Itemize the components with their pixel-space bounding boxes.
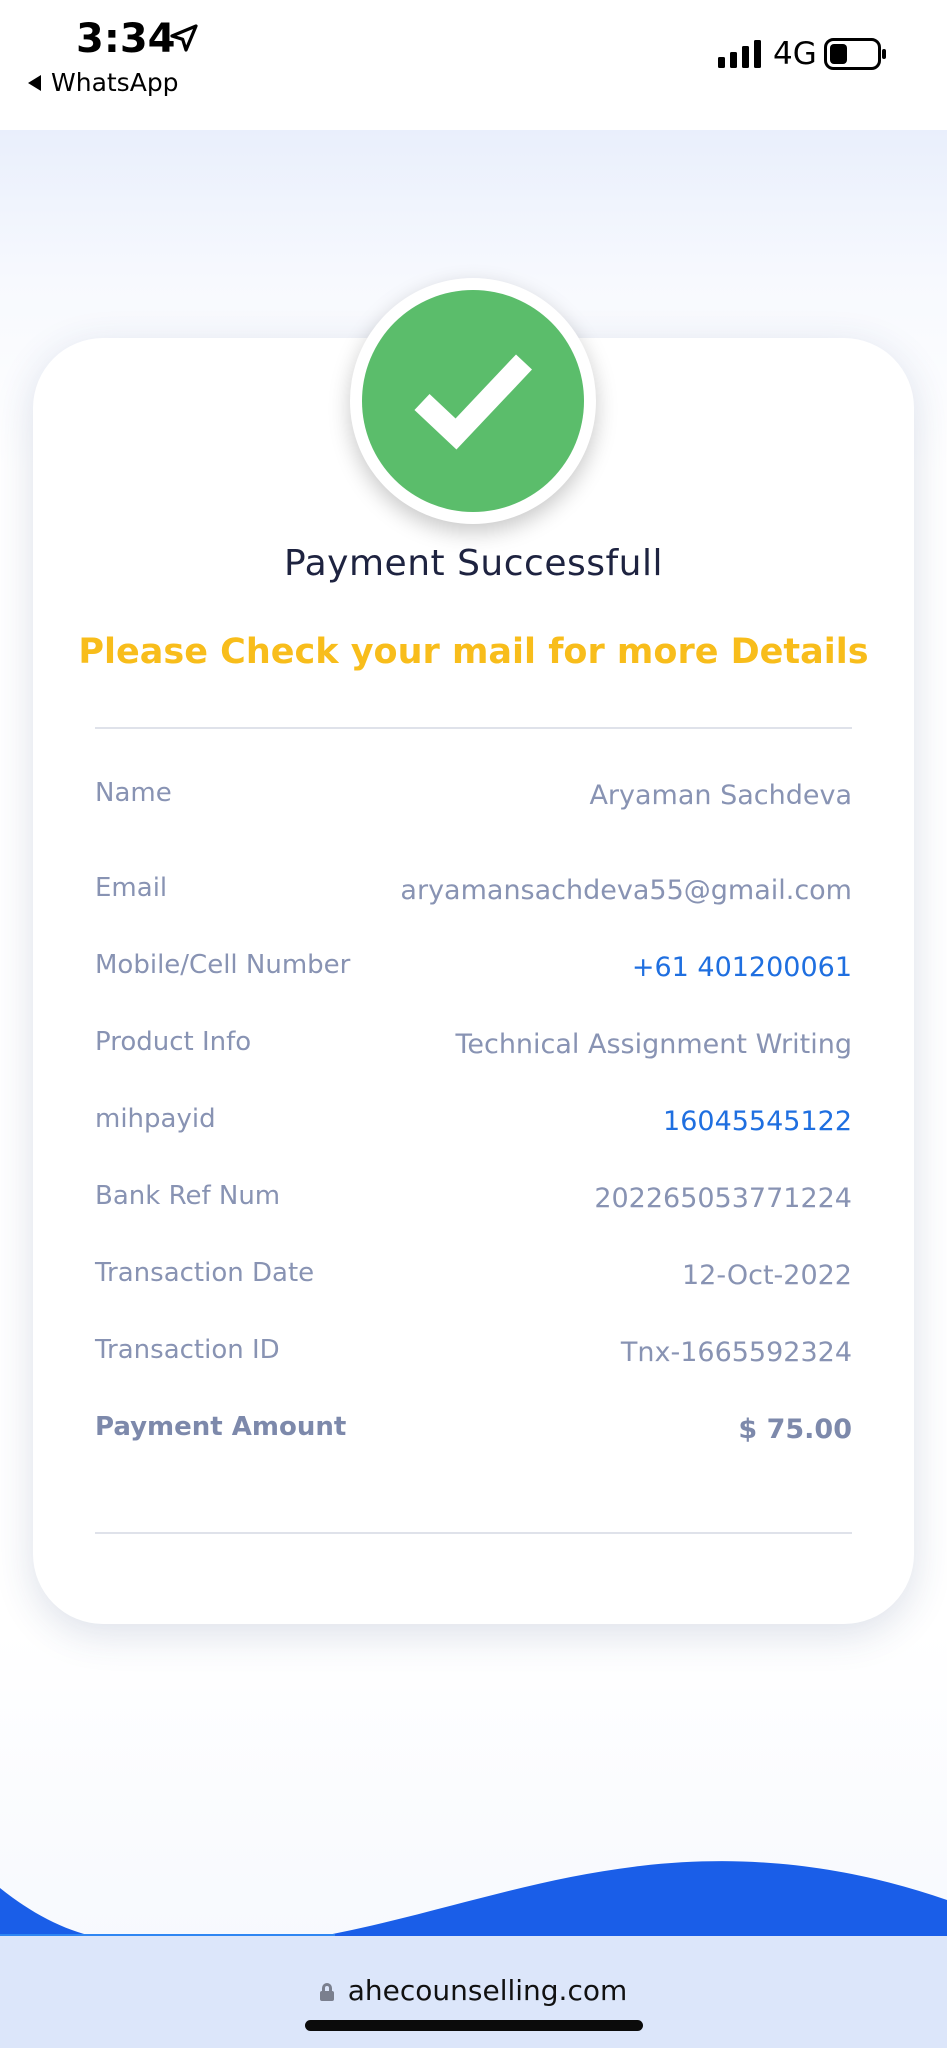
success-badge: [350, 278, 596, 524]
detail-label: Product Info: [95, 1027, 252, 1057]
checkmark-icon: [414, 354, 532, 450]
location-arrow-icon: [170, 24, 198, 52]
detail-label: Transaction ID: [95, 1335, 280, 1365]
detail-label: Transaction Date: [95, 1258, 315, 1288]
back-to-app-link[interactable]: WhatsApp: [28, 68, 179, 97]
amount-value: $ 75.00: [738, 1414, 852, 1445]
url-text: ahecounselling.com: [347, 1974, 628, 2007]
detail-label: Mobile/Cell Number: [95, 950, 351, 980]
mail-notice: Please Check your mail for more Details: [78, 632, 869, 672]
detail-value: 12-Oct-2022: [682, 1260, 852, 1291]
network-type: 4G: [773, 36, 817, 72]
detail-label: Bank Ref Num: [95, 1181, 281, 1211]
back-arrow-icon: [28, 74, 41, 91]
email-value: aryamansachdeva55@gmail.com: [400, 875, 852, 906]
phone-link[interactable]: +61 401200061: [632, 952, 852, 983]
bottom-divider: [95, 1532, 852, 1534]
battery-icon: [824, 38, 886, 70]
payment-status-title: Payment Successfull: [284, 543, 663, 584]
detail-value: 202265053771224: [594, 1183, 852, 1214]
detail-row-date: Transaction Date 12-Oct-2022: [95, 1258, 852, 1302]
browser-address-bar[interactable]: ahecounselling.com: [0, 1936, 947, 2048]
detail-label: mihpayid: [95, 1104, 216, 1134]
status-time: 3:34: [76, 16, 176, 62]
detail-row-product: Product Info Technical Assignment Writin…: [95, 1027, 852, 1071]
detail-row-mobile: Mobile/Cell Number +61 401200061: [95, 950, 852, 994]
payid-link[interactable]: 16045545122: [663, 1106, 852, 1137]
detail-label: Email: [95, 873, 168, 903]
detail-label: Name: [95, 778, 172, 808]
detail-row-amount: Payment Amount $ 75.00: [95, 1412, 852, 1456]
detail-value: Tnx-1665592324: [620, 1337, 852, 1368]
back-app-label: WhatsApp: [51, 68, 179, 97]
status-bar: 3:34 WhatsApp 4G: [0, 0, 947, 130]
decorative-wave: [0, 1861, 947, 1940]
detail-row-transaction-id: Transaction ID Tnx-1665592324: [95, 1335, 852, 1379]
amount-label: Payment Amount: [95, 1412, 347, 1442]
detail-row-bank-ref: Bank Ref Num 202265053771224: [95, 1181, 852, 1225]
detail-row-mihpayid: mihpayid 16045545122: [95, 1104, 852, 1148]
detail-value: Aryaman Sachdeva: [589, 780, 852, 811]
top-divider: [95, 727, 852, 729]
detail-value: Technical Assignment Writing: [455, 1029, 852, 1060]
signal-bars-icon: [718, 40, 761, 68]
success-circle: [362, 290, 584, 512]
lock-icon: [319, 1983, 334, 2001]
detail-row-email: Email aryamansachdeva55@gmail.com: [95, 873, 852, 917]
detail-row-name: Name Aryaman Sachdeva: [95, 778, 852, 822]
home-indicator[interactable]: [305, 2020, 643, 2031]
